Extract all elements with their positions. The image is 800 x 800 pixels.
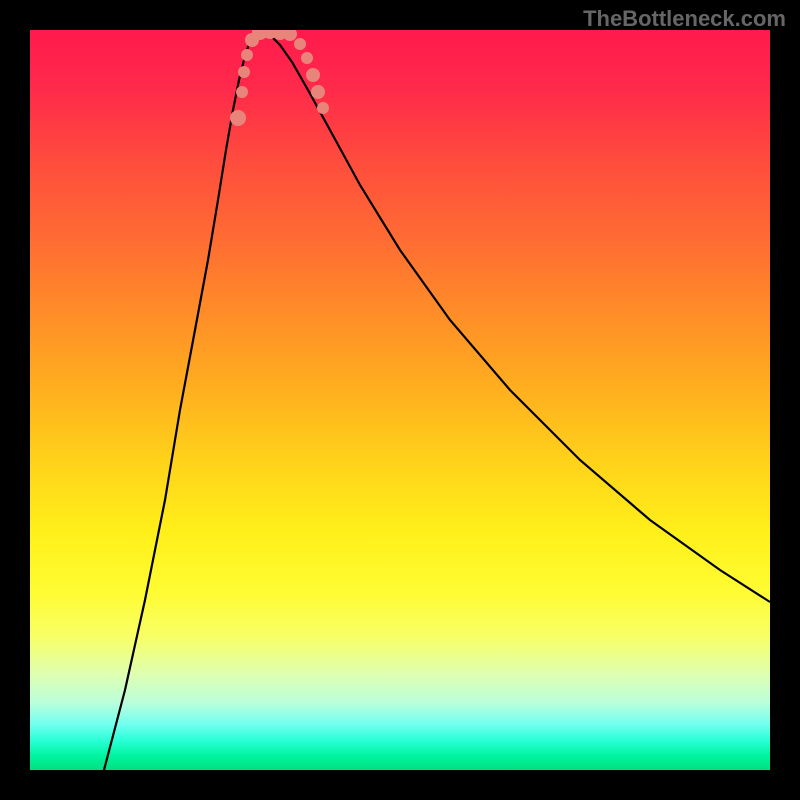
- data-point-marker: [317, 102, 329, 114]
- chart-markers: [30, 30, 770, 770]
- data-point-marker: [306, 68, 320, 82]
- data-point-marker: [241, 49, 253, 61]
- data-point-marker: [294, 38, 306, 50]
- chart-plot-area: [30, 30, 770, 770]
- data-point-marker: [236, 86, 248, 98]
- data-point-marker: [311, 85, 325, 99]
- data-point-marker: [238, 66, 250, 78]
- data-point-marker: [301, 52, 313, 64]
- watermark-text: TheBottleneck.com: [583, 6, 786, 32]
- data-point-marker: [230, 110, 246, 126]
